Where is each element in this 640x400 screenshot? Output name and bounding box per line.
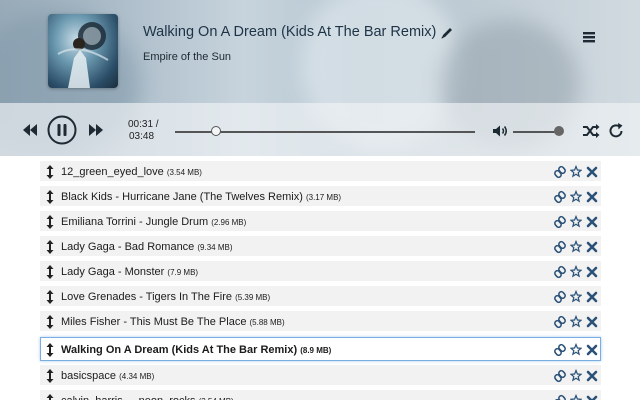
track-name: Love Grenades - Tigers In The Fire (61, 291, 232, 303)
track-label: Miles Fisher - This Must Be The Place (5… (61, 316, 285, 328)
playlist-row[interactable]: Love Grenades - Tigers In The Fire (5.39… (40, 286, 601, 306)
star-icon[interactable] (569, 164, 583, 179)
drag-handle-icon[interactable] (46, 165, 54, 179)
seek-thumb[interactable] (210, 126, 221, 136)
remove-icon[interactable] (586, 240, 598, 254)
hamburger-menu-icon[interactable] (582, 30, 596, 44)
track-label: Emiliana Torrini - Jungle Drum (2.96 MB) (61, 216, 246, 228)
track-size: (9.34 MB) (197, 243, 233, 252)
track-label: Lady Gaga - Bad Romance (9.34 MB) (61, 241, 233, 253)
star-icon[interactable] (569, 239, 583, 254)
drag-handle-icon[interactable] (46, 315, 54, 329)
star-icon[interactable] (569, 264, 583, 279)
time-elapsed: 00:31 / (128, 119, 159, 130)
remove-icon[interactable] (586, 215, 598, 229)
playlist-row[interactable]: Black Kids - Hurricane Jane (The Twelves… (40, 186, 601, 206)
shuffle-icon[interactable] (582, 123, 600, 139)
pause-button[interactable] (47, 115, 77, 145)
link-icon[interactable] (554, 315, 566, 329)
track-label: Love Grenades - Tigers In The Fire (5.39… (61, 291, 270, 303)
drag-handle-icon[interactable] (46, 343, 54, 357)
star-icon[interactable] (569, 289, 583, 304)
track-name: Walking On A Dream (Kids At The Bar Remi… (61, 344, 298, 356)
drag-handle-icon[interactable] (46, 265, 54, 279)
track-artist: Empire of the Sun (143, 51, 232, 63)
track-name: Emiliana Torrini - Jungle Drum (61, 216, 209, 228)
track-label: calvin_harris_-_neon_rocks (3.54 MB) (61, 395, 234, 400)
remove-icon[interactable] (586, 190, 598, 204)
playlist-row[interactable]: Lady Gaga - Monster (7.9 MB) (40, 261, 601, 281)
remove-icon[interactable] (586, 315, 598, 329)
link-icon[interactable] (554, 343, 566, 357)
track-size: (3.54 MB) (166, 168, 202, 177)
link-icon[interactable] (554, 215, 566, 229)
link-icon[interactable] (554, 190, 566, 204)
drag-handle-icon[interactable] (46, 290, 54, 304)
drag-handle-icon[interactable] (46, 369, 54, 383)
pencil-icon[interactable] (440, 26, 454, 40)
track-name: Lady Gaga - Bad Romance (61, 241, 195, 253)
remove-icon[interactable] (586, 343, 598, 357)
star-icon[interactable] (569, 314, 583, 329)
track-title: Walking On A Dream (Kids At The Bar Remi… (143, 24, 437, 40)
playlist-row[interactable]: Emiliana Torrini - Jungle Drum (2.96 MB) (40, 211, 601, 231)
track-label: Black Kids - Hurricane Jane (The Twelves… (61, 191, 341, 203)
link-icon[interactable] (554, 165, 566, 179)
repeat-icon[interactable] (607, 122, 625, 140)
track-name: basicspace (61, 370, 117, 382)
remove-icon[interactable] (586, 394, 598, 400)
playlist-row-current[interactable]: Walking On A Dream (Kids At The Bar Remi… (40, 337, 601, 361)
playlist-row[interactable]: calvin_harris_-_neon_rocks (3.54 MB) (40, 390, 601, 400)
remove-icon[interactable] (586, 369, 598, 383)
track-label: basicspace (4.34 MB) (61, 370, 154, 382)
link-icon[interactable] (554, 265, 566, 279)
next-track-icon[interactable] (88, 123, 104, 137)
drag-handle-icon[interactable] (46, 240, 54, 254)
track-size: (8.9 MB) (300, 346, 332, 355)
volume-thumb[interactable] (554, 126, 564, 136)
star-icon[interactable] (569, 368, 583, 383)
previous-track-icon[interactable] (22, 123, 38, 137)
track-name: Miles Fisher - This Must Be The Place (61, 316, 247, 328)
link-icon[interactable] (554, 369, 566, 383)
track-name: Black Kids - Hurricane Jane (The Twelves… (61, 191, 303, 203)
star-icon[interactable] (569, 214, 583, 229)
time-total: 03:48 (129, 131, 155, 142)
track-size: (4.34 MB) (119, 372, 155, 381)
track-size: (5.39 MB) (235, 293, 271, 302)
link-icon[interactable] (554, 290, 566, 304)
drag-handle-icon[interactable] (46, 394, 54, 400)
track-name: calvin_harris_-_neon_rocks (61, 395, 196, 400)
playlist-row[interactable]: basicspace (4.34 MB) (40, 365, 601, 385)
star-icon[interactable] (569, 189, 583, 204)
drag-handle-icon[interactable] (46, 215, 54, 229)
track-size: (7.9 MB) (167, 268, 199, 277)
album-art (48, 14, 118, 88)
track-label: 12_green_eyed_love (3.54 MB) (61, 166, 202, 178)
link-icon[interactable] (554, 394, 566, 400)
remove-icon[interactable] (586, 290, 598, 304)
track-name: 12_green_eyed_love (61, 166, 164, 178)
drag-handle-icon[interactable] (46, 190, 54, 204)
playlist-row[interactable]: 12_green_eyed_love (3.54 MB) (40, 161, 601, 181)
track-size: (5.88 MB) (249, 318, 285, 327)
pause-icon (47, 115, 77, 145)
track-size: (2.96 MB) (211, 218, 247, 227)
remove-icon[interactable] (586, 165, 598, 179)
track-size: (3.17 MB) (305, 193, 342, 202)
track-name: Lady Gaga - Monster (61, 266, 165, 278)
playlist: 12_green_eyed_love (3.54 MB) Black Kids -… (0, 156, 640, 400)
track-label: Lady Gaga - Monster (7.9 MB) (61, 266, 198, 278)
volume-icon[interactable] (492, 124, 510, 138)
star-icon[interactable] (569, 393, 583, 400)
star-icon[interactable] (569, 342, 583, 357)
volume-slider[interactable] (513, 131, 559, 133)
link-icon[interactable] (554, 240, 566, 254)
track-label: Walking On A Dream (Kids At The Bar Remi… (61, 344, 331, 356)
remove-icon[interactable] (586, 265, 598, 279)
playlist-row[interactable]: Miles Fisher - This Must Be The Place (5… (40, 311, 601, 331)
playlist-row[interactable]: Lady Gaga - Bad Romance (9.34 MB) (40, 236, 601, 256)
